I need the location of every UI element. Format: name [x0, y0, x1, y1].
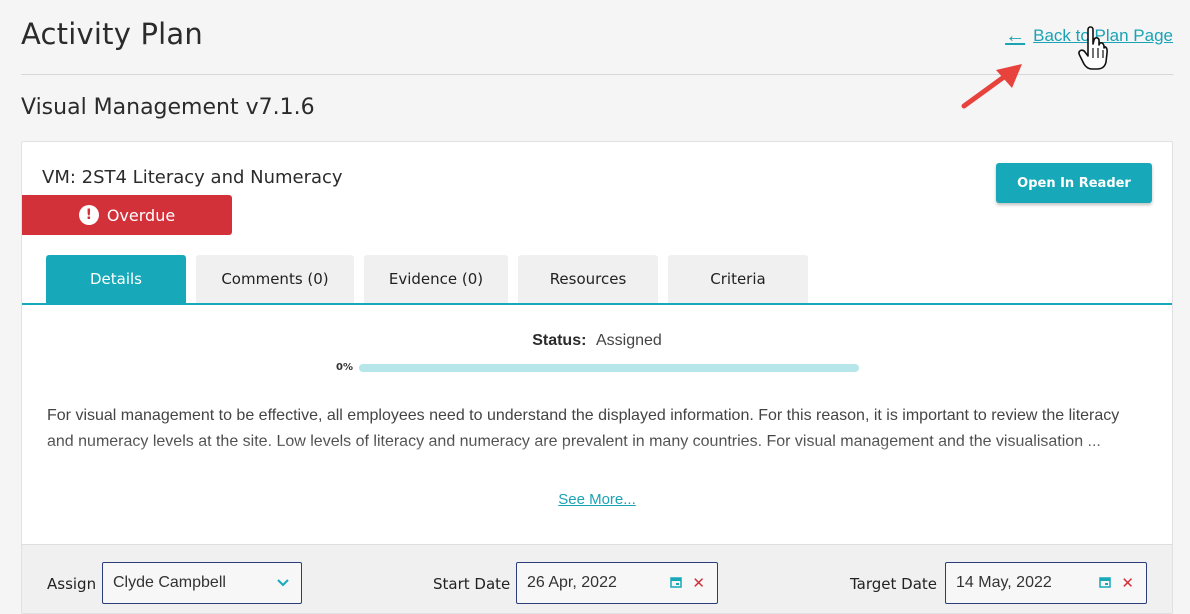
tab-evidence[interactable]: Evidence (0)	[364, 255, 508, 303]
tab-resources[interactable]: Resources	[518, 255, 658, 303]
see-more-link[interactable]: See More...	[558, 491, 636, 508]
overdue-badge: ! Overdue	[22, 195, 232, 235]
clear-start-date-icon[interactable]: ✕	[692, 574, 705, 592]
target-date-label: Target Date	[850, 575, 938, 593]
tab-criteria[interactable]: Criteria	[668, 255, 808, 303]
page-title: Activity Plan	[21, 17, 203, 51]
calendar-icon[interactable]	[670, 576, 683, 591]
activity-card: VM: 2ST4 Literacy and Numeracy Open In R…	[21, 141, 1173, 614]
see-more-row: See More...	[22, 491, 1172, 508]
plan-name: Visual Management v7.1.6	[21, 95, 315, 120]
open-in-reader-button[interactable]: Open In Reader	[996, 163, 1152, 203]
assign-value: Clyde Campbell	[113, 574, 226, 591]
start-date-value: 26 Apr, 2022	[527, 574, 617, 591]
arrow-left-icon: ←	[1005, 25, 1026, 47]
start-date-input[interactable]: 26 Apr, 2022 ✕	[516, 562, 718, 604]
tab-details[interactable]: Details	[46, 255, 186, 303]
start-date-label: Start Date	[433, 575, 511, 593]
alert-icon: !	[78, 205, 99, 225]
annotation-arrow-icon	[961, 64, 1022, 109]
activity-title: VM: 2ST4 Literacy and Numeracy	[42, 167, 343, 188]
status-label: Status:	[532, 332, 587, 349]
progress-row: 0%	[336, 362, 859, 373]
status-row: Status: Assigned	[22, 332, 1172, 350]
hand-cursor-icon	[1078, 26, 1108, 70]
target-date-input[interactable]: 14 May, 2022 ✕	[945, 562, 1147, 604]
progress-percent: 0%	[336, 362, 353, 373]
schedule-form: Assign Clyde Campbell Start Date 26 Apr,…	[22, 544, 1172, 613]
overdue-label: Overdue	[106, 205, 176, 225]
status-value: Assigned	[595, 332, 662, 349]
target-date-value: 14 May, 2022	[956, 574, 1052, 591]
tab-comments[interactable]: Comments (0)	[196, 255, 354, 303]
activity-description: For visual management to be effective, a…	[47, 407, 1120, 450]
clear-target-date-icon[interactable]: ✕	[1121, 574, 1134, 592]
calendar-icon[interactable]	[1099, 576, 1112, 591]
tab-bar: Details Comments (0) Evidence (0) Resour…	[46, 255, 808, 303]
tab-underline	[22, 303, 1172, 305]
progress-bar	[358, 363, 859, 372]
assign-select[interactable]: Clyde Campbell	[102, 562, 302, 604]
assign-label: Assign	[47, 575, 97, 593]
chevron-down-icon	[277, 576, 289, 590]
